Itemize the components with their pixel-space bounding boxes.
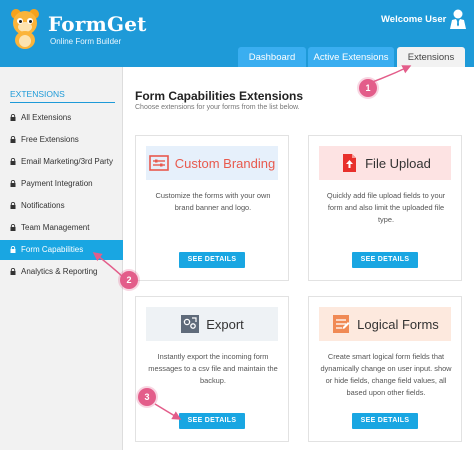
sidebar-item-label: Team Management	[21, 223, 90, 232]
page-subtitle: Choose extensions for your forms from th…	[135, 104, 300, 111]
tab-active-extensions[interactable]: Active Extensions	[308, 47, 394, 67]
sidebar-item-payment-integration[interactable]: Payment Integration	[0, 174, 123, 194]
see-details-button[interactable]: SEE DETAILS	[179, 252, 245, 268]
mascot-logo-icon	[11, 9, 39, 49]
extension-card-custom-branding: Custom Branding Customize the forms with…	[135, 135, 289, 281]
extension-title: Custom Branding	[174, 155, 276, 171]
sidebar-item-analytics-reporting[interactable]: Analytics & Reporting	[0, 262, 123, 282]
see-details-button[interactable]: SEE DETAILS	[179, 413, 245, 429]
extension-card-logical-forms: Logical Forms Create smart logical form …	[308, 296, 462, 442]
tab-extensions[interactable]: Extensions	[397, 47, 465, 67]
extension-card-file-upload: File Upload Quickly add file upload fiel…	[308, 135, 462, 281]
see-details-button[interactable]: SEE DETAILS	[352, 413, 418, 429]
sidebar-item-notifications[interactable]: Notifications	[0, 196, 123, 216]
extension-banner: Custom Branding	[146, 146, 278, 180]
lock-icon	[10, 224, 16, 231]
sidebar-item-label: All Extensions	[21, 113, 72, 122]
lock-icon	[10, 136, 16, 143]
sidebar-item-free-extensions[interactable]: Free Extensions	[0, 130, 123, 150]
lock-icon	[10, 114, 16, 121]
user-icon[interactable]	[448, 8, 468, 30]
callout-badge-1: 1	[359, 79, 377, 97]
lock-icon	[10, 246, 16, 253]
sidebar-heading: EXTENSIONS	[10, 89, 65, 99]
sidebar-item-team-management[interactable]: Team Management	[0, 218, 123, 238]
callout-badge-2: 2	[120, 271, 138, 289]
sidebar-divider	[10, 102, 115, 103]
sidebar-item-label: Payment Integration	[21, 179, 93, 188]
sidebar-item-all-extensions[interactable]: All Extensions	[0, 108, 123, 128]
lock-icon	[10, 158, 16, 165]
brand-tagline: Online Form Builder	[50, 37, 122, 46]
extension-card-export: Export Instantly export the incoming for…	[135, 296, 289, 442]
extension-banner: Logical Forms	[319, 307, 451, 341]
top-header: FormGet Online Form Builder Welcome User…	[0, 0, 474, 67]
extension-title: File Upload	[365, 155, 431, 171]
sidebar-item-label: Free Extensions	[21, 135, 79, 144]
callout-badge-3: 3	[138, 388, 156, 406]
tab-dashboard[interactable]: Dashboard	[238, 47, 306, 67]
extension-description: Instantly export the incoming form messa…	[148, 352, 278, 385]
sidebar-item-email-marketing[interactable]: Email Marketing/3rd Party	[0, 152, 123, 172]
sidebar-item-form-capabilities[interactable]: Form Capabilities	[0, 240, 123, 260]
logo[interactable]: FormGet Online Form Builder	[8, 6, 148, 50]
see-details-button[interactable]: SEE DETAILS	[352, 252, 418, 268]
sidebar-item-label: Notifications	[21, 201, 65, 210]
welcome-text[interactable]: Welcome User	[381, 14, 446, 25]
extension-description: Quickly add file upload fields to your f…	[326, 191, 446, 224]
lock-icon	[10, 202, 16, 209]
lock-icon	[10, 268, 16, 275]
extension-banner: Export	[146, 307, 278, 341]
sidebar-item-label: Analytics & Reporting	[21, 267, 98, 276]
extension-title: Logical Forms	[357, 316, 439, 332]
extension-description: Create smart logical form fields that dy…	[320, 352, 452, 397]
export-icon	[181, 315, 200, 333]
sidebar-item-label: Form Capabilities	[21, 245, 84, 254]
extension-banner: File Upload	[319, 146, 451, 180]
page-title: Form Capabilities Extensions	[135, 89, 304, 103]
extension-description: Customize the forms with your own brand …	[155, 191, 271, 212]
branding-icon	[148, 155, 169, 171]
brand-name: FormGet	[48, 12, 147, 36]
lock-icon	[10, 180, 16, 187]
sidebar-item-label: Email Marketing/3rd Party	[21, 157, 114, 166]
logical-forms-icon	[333, 315, 350, 333]
extension-title: Export	[206, 316, 244, 332]
file-upload-icon	[343, 154, 357, 172]
